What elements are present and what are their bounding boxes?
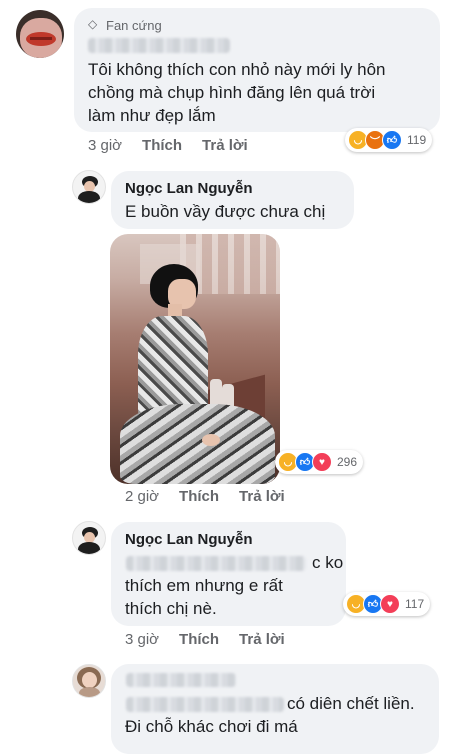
reaction-summary[interactable]: ◡ ︶ 👍︎ 119 <box>345 128 433 152</box>
reaction-count: 119 <box>407 133 427 147</box>
reaction-count: 117 <box>405 597 425 611</box>
comment-actions: 3 giờ Thích Trả lời <box>125 631 305 648</box>
reaction-count: 296 <box>337 455 358 469</box>
comment-line: chồng mà chụp hình đăng lên quá trời <box>88 83 376 102</box>
like-button[interactable]: Thích <box>179 488 219 505</box>
blurred-name <box>126 673 236 687</box>
reply-button[interactable]: Trả lời <box>202 137 248 154</box>
like-button[interactable]: Thích <box>142 137 182 154</box>
comment-text: Đi chỗ khác chơi đi má <box>125 717 298 736</box>
timestamp[interactable]: 3 giờ <box>88 137 122 154</box>
blurred-text <box>126 697 284 712</box>
love-icon: ♥ <box>380 594 400 614</box>
timestamp[interactable]: 3 giờ <box>125 631 159 648</box>
comment-actions: 3 giờ Thích Trả lời <box>88 137 268 154</box>
commenter-avatar[interactable] <box>72 170 106 204</box>
blurred-name <box>88 38 230 53</box>
reaction-summary[interactable]: ◡ 👍︎ ♥ 296 <box>275 450 364 474</box>
reply-button[interactable]: Trả lời <box>239 488 285 505</box>
comment-actions: 2 giờ Thích Trả lời <box>125 488 305 505</box>
comment-text: có diên chết liền. <box>287 694 415 713</box>
comment-text: E buồn vầy được chưa chị <box>125 202 326 221</box>
reply-button[interactable]: Trả lời <box>239 631 285 648</box>
comment-text: thích em nhưng e rất <box>125 576 283 595</box>
diamond-icon: ◇ <box>88 17 98 31</box>
comment-line: Tôi không thích con nhỏ này mới ly hôn <box>88 60 386 79</box>
commenter-avatar[interactable] <box>72 664 106 698</box>
commenter-name[interactable]: Ngọc Lan Nguyễn <box>125 180 253 197</box>
timestamp[interactable]: 2 giờ <box>125 488 159 505</box>
like-icon: 👍︎ <box>382 130 402 150</box>
love-icon: ♥ <box>312 452 332 472</box>
comment-text: c ko <box>312 553 344 572</box>
commenter-avatar[interactable] <box>16 10 64 58</box>
comment-line: làm như đẹp lắm <box>88 106 216 125</box>
comment-photo[interactable] <box>110 234 280 484</box>
blurred-text <box>126 556 306 571</box>
comment-text: thích chị nè. <box>125 599 217 618</box>
commenter-name[interactable]: Ngọc Lan Nguyễn <box>125 531 253 548</box>
reaction-summary[interactable]: ◡ 👍︎ ♥ 117 <box>343 592 431 616</box>
like-button[interactable]: Thích <box>179 631 219 648</box>
commenter-avatar[interactable] <box>72 521 106 555</box>
fan-badge-label: Fan cứng <box>106 18 162 33</box>
